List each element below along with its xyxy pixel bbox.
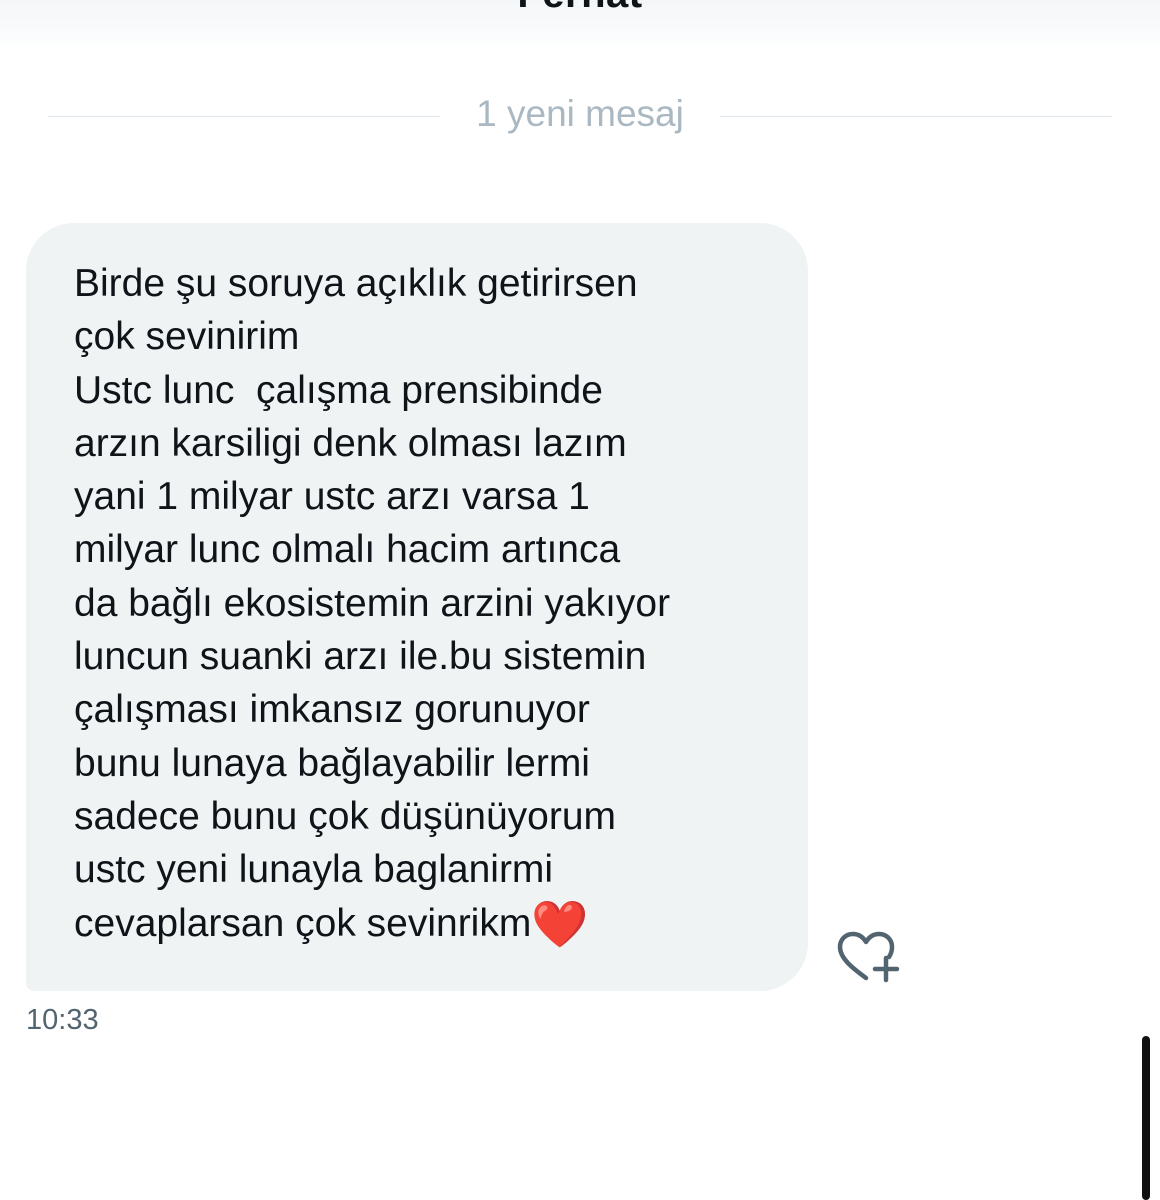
message-line: da bağlı ekosistemin arzini yakıyor xyxy=(74,581,671,625)
message-timestamp: 10:33 xyxy=(26,1004,99,1036)
message-line: sadece bunu çok düşünüyorum xyxy=(74,794,617,838)
conversation-header: Ferhat xyxy=(0,0,1160,52)
message-line: ustc yeni lunayla baglanirmi xyxy=(74,848,554,892)
new-message-label: 1 yeni mesaj xyxy=(476,93,684,134)
add-reaction-button[interactable] xyxy=(834,928,906,988)
message-line: Ustc lunc çalışma prensibinde xyxy=(74,368,603,412)
red-heart-emoji: ❤️ xyxy=(531,897,589,950)
new-message-divider: 1 yeni mesaj xyxy=(0,80,1160,150)
message-bubble[interactable]: Birde şu soruya açıklık getirirsen çok s… xyxy=(26,223,808,991)
message-line: yani 1 milyar ustc arzı varsa 1 xyxy=(74,475,590,519)
heart-plus-icon xyxy=(837,931,900,983)
message-line: çok sevinirim xyxy=(74,315,300,359)
message-line: cevaplarsan çok sevinrikm xyxy=(74,901,532,945)
contact-name[interactable]: Ferhat xyxy=(0,0,1160,17)
message-line: Birde şu soruya açıklık getirirsen xyxy=(74,262,638,305)
divider-line-right xyxy=(720,116,1112,117)
message-line: luncun suanki arzı ile.bu sistemin xyxy=(74,635,647,679)
message-text: Birde şu soruya açıklık getirirsen çok s… xyxy=(74,257,768,950)
message-line: bunu lunaya bağlayabilir lermi xyxy=(74,741,590,785)
dm-conversation: Ferhat 1 yeni mesaj Birde şu soruya açık… xyxy=(0,0,1160,1200)
divider-line-left xyxy=(48,116,440,117)
message-line: arzın karsiligi denk olması lazım xyxy=(74,421,627,465)
message-line: milyar lunc olmalı hacim artınca xyxy=(74,528,621,572)
message-line: çalışması imkansız gorunuyor xyxy=(74,688,590,732)
scrollbar-thumb[interactable] xyxy=(1142,1036,1150,1200)
